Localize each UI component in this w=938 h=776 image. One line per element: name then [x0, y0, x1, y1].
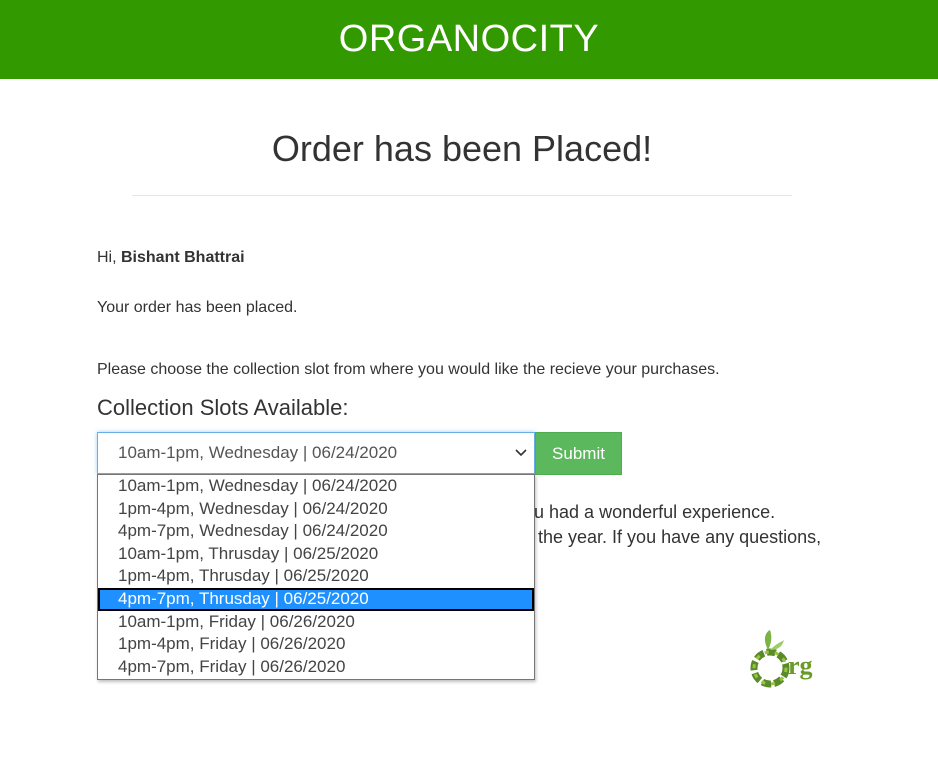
organocity-logo: rg: [750, 630, 813, 688]
slot-option[interactable]: 4pm-7pm, Friday | 06/26/2020: [98, 656, 534, 679]
slot-option[interactable]: 1pm-4pm, Thrusday | 06/25/2020: [98, 565, 534, 588]
collection-slot-select[interactable]: 10am-1pm, Wednesday | 06/24/2020: [97, 432, 535, 474]
submit-button[interactable]: Submit: [535, 432, 622, 475]
slots-label: Collection Slots Available:: [97, 395, 349, 420]
instruction-text: Please choose the collection slot from w…: [97, 361, 720, 378]
customer-name: Bishant Bhattrai: [121, 249, 245, 266]
site-header: ORGANOCITY: [0, 0, 938, 79]
partial-text-line-2: it the year. If you have any questions,: [524, 527, 822, 547]
slot-option[interactable]: 10am-1pm, Thrusday | 06/25/2020: [98, 543, 534, 566]
order-status-text: Your order has been placed.: [97, 299, 298, 316]
chevron-down-icon: [515, 449, 527, 457]
slot-option[interactable]: 4pm-7pm, Thrusday | 06/25/2020: [98, 587, 534, 611]
slot-option[interactable]: 1pm-4pm, Wednesday | 06/24/2020: [98, 498, 534, 521]
logo-text: rg: [788, 651, 813, 680]
selected-slot-value: 10am-1pm, Wednesday | 06/24/2020: [118, 443, 398, 462]
partial-text-line-1: ou had a wonderful experience.: [524, 502, 776, 522]
slot-dropdown-list: 10am-1pm, Wednesday | 06/24/2020 1pm-4pm,…: [97, 474, 535, 680]
slot-option[interactable]: 1pm-4pm, Friday | 06/26/2020: [98, 633, 534, 656]
page-title: Order has been Placed!: [271, 128, 653, 169]
greeting-prefix: Hi,: [97, 249, 121, 266]
brand-name[interactable]: ORGANOCITY: [339, 18, 599, 61]
title-divider: [132, 195, 792, 196]
slot-option[interactable]: 10am-1pm, Friday | 06/26/2020: [98, 611, 534, 634]
greeting: Hi, Bishant Bhattrai: [97, 249, 245, 267]
slot-option[interactable]: 4pm-7pm, Wednesday | 06/24/2020: [98, 520, 534, 543]
slot-option[interactable]: 10am-1pm, Wednesday | 06/24/2020: [98, 475, 534, 498]
